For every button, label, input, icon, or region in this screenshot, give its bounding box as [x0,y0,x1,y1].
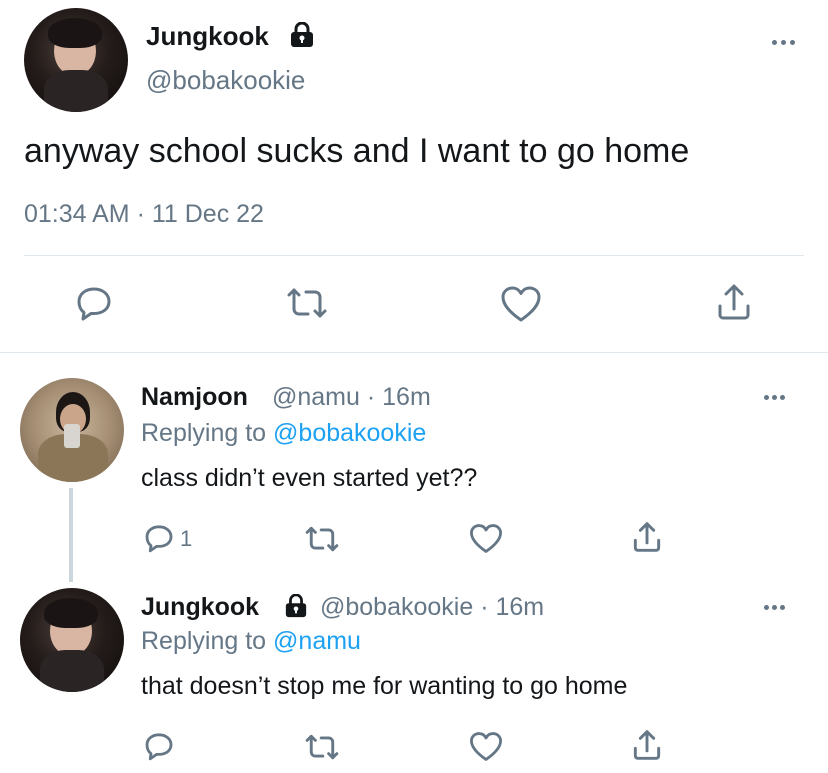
reply-author-name[interactable]: Jungkook [141,592,259,622]
reply-more-icon[interactable] [764,603,792,613]
reply-avatar-jungkook[interactable] [20,588,124,692]
replying-to-handle[interactable]: @bobakookie [273,419,426,447]
replying-to-label: Replying to [141,627,274,655]
like-icon[interactable] [469,523,503,554]
reply-icon[interactable] [143,522,175,554]
reply-text: class didn’t even started yet?? [141,464,478,492]
reply-avatar-namjoon[interactable] [20,378,124,482]
lock-icon [283,594,309,618]
reply-meta[interactable]: @namu · 16m [272,382,431,412]
main-tweet-author-name[interactable]: Jungkook [146,20,269,52]
reply-meta[interactable]: @bobakookie · 16m [320,592,544,622]
thread-line [69,488,73,582]
reply-more-icon[interactable] [764,393,792,403]
retweet-icon[interactable] [303,524,341,554]
reply-author-name[interactable]: Namjoon [141,382,248,412]
replying-to: Replying to @bobakookie [141,418,426,448]
retweet-icon[interactable] [284,285,330,321]
main-tweet-more-icon[interactable] [772,38,800,48]
like-icon[interactable] [469,731,503,762]
replying-to-label: Replying to [141,419,274,447]
main-tweet-timestamp[interactable]: 01:34 AM · 11 Dec 22 [24,198,264,230]
replying-to-handle[interactable]: @namu [273,627,361,655]
main-tweet-text: anyway school sucks and I want to go hom… [24,132,690,170]
retweet-icon[interactable] [303,732,341,762]
reply-count: 1 [180,526,193,551]
section-divider [0,352,828,353]
lock-icon [288,22,316,48]
like-icon[interactable] [500,285,542,323]
share-icon[interactable] [632,728,662,762]
reply-icon[interactable] [143,730,175,762]
share-icon[interactable] [716,282,752,322]
share-icon[interactable] [632,520,662,554]
main-tweet-handle[interactable]: @bobakookie [146,64,305,96]
reply-icon[interactable] [74,283,114,323]
main-tweet-avatar[interactable] [24,8,128,112]
replying-to: Replying to @namu [141,626,361,656]
main-tweet-divider [24,255,804,256]
reply-text: that doesn’t stop me for wanting to go h… [141,672,628,700]
